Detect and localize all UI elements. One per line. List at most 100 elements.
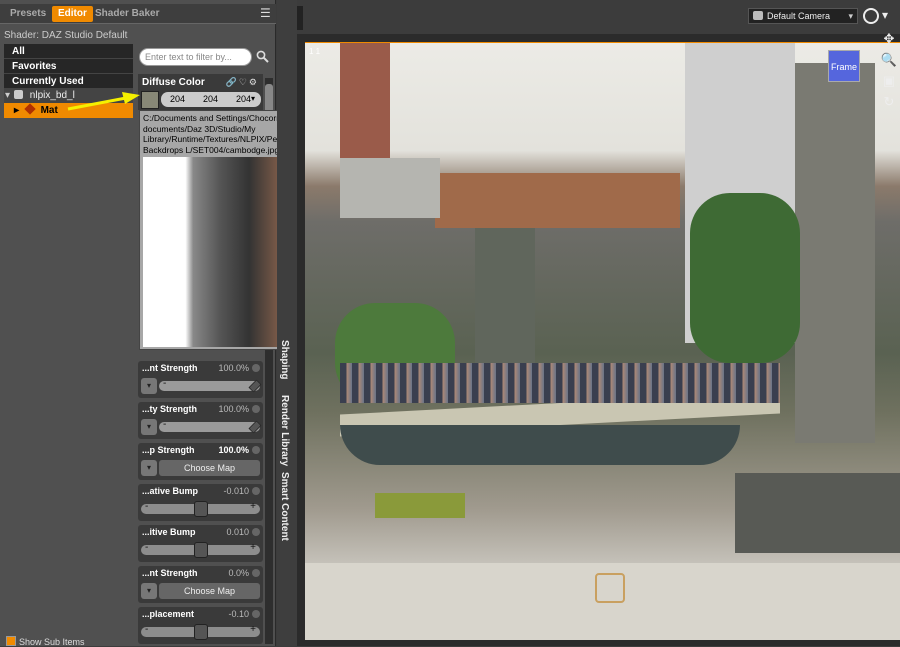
map-menu-button[interactable]: ▾ [141,419,157,435]
property-reset-icon[interactable] [252,610,260,618]
viewport-divider [297,6,303,30]
property-reset-icon[interactable] [252,446,260,454]
show-sub-items-checkbox[interactable] [6,636,16,646]
property-value[interactable]: 100.0% [218,445,249,455]
filter-all[interactable]: All [4,44,133,59]
slider-plus-icon[interactable]: + [250,542,256,553]
slider-knob[interactable] [194,624,208,640]
highway-overpass [340,158,440,218]
slider-knob[interactable] [194,501,208,517]
property-5: ...nt Strength 0.0% ▾ Choose Map [138,566,263,603]
property-slider[interactable]: - + [141,501,260,517]
property-options-icon[interactable]: 🔗♡⚙ [226,77,259,88]
property-slider[interactable]: - [159,419,262,434]
preset-filter-list: All Favorites Currently Used [4,44,133,89]
pane-tabs: Presets Editor Shader Baker ☰ [0,4,276,24]
surface-tree: ▾ nlpix_bd_l ▸ Mat [4,88,133,636]
property-value[interactable]: 100.0% [218,363,249,373]
diffuse-rgb-field[interactable]: 204 204 204 ▾ [161,92,261,107]
tower-right [795,63,875,443]
slider-knob[interactable] [248,420,262,434]
slider-minus-icon[interactable]: - [145,501,148,512]
filter-currently-used[interactable]: Currently Used [4,74,133,89]
expand-arrow-icon[interactable]: ▸ [14,105,19,116]
gizmo-icon[interactable] [595,573,625,603]
slider-minus-icon[interactable]: - [163,378,166,389]
camera-icon [753,11,763,20]
choose-map-button[interactable]: Choose Map [159,583,260,599]
map-menu-button[interactable]: ▾ [141,378,157,394]
property-reset-icon[interactable] [252,528,260,536]
property-3: ...ative Bump -0.010- + [138,484,263,521]
annotation-arrow-icon [67,92,140,111]
slider-knob[interactable] [248,379,262,393]
property-reset-icon[interactable] [252,569,260,577]
property-2: ...p Strength 100.0% ▾ Choose Map [138,443,263,480]
property-value[interactable]: -0.010 [223,486,249,496]
reset-view-icon[interactable]: ↻ [880,93,898,111]
slider-plus-icon[interactable]: + [250,501,256,512]
property-value[interactable]: 100.0% [218,404,249,414]
collapse-arrow-icon[interactable]: ▾ [5,88,10,103]
display-style-icon[interactable] [863,8,879,24]
property-value[interactable]: 0.0% [228,568,249,578]
viewport-corner-marker: 1 1 [309,47,321,56]
slider-minus-icon[interactable]: - [145,624,148,635]
property-6: ...placement -0.10- + [138,607,263,644]
property-0: ...nt Strength 100.0% ▾ - [138,361,263,398]
property-slider[interactable]: - + [141,542,260,558]
property-title: ...nt Strength [142,363,198,373]
boat [375,493,465,518]
camera-dropdown-icon[interactable]: ▾ [848,9,853,23]
viewport-nav-controls: ✥ 🔍 ▣ ↻ [880,30,900,160]
show-sub-items[interactable]: Show Sub Items [6,636,85,647]
rusty-overpass [435,173,680,228]
tab-smart-content[interactable]: Smart Content [279,472,290,541]
slider-minus-icon[interactable]: - [163,419,166,430]
pane-menu-icon[interactable]: ☰ [260,6,274,20]
property-reset-icon[interactable] [252,364,260,372]
frame-all-icon[interactable]: ▣ [880,72,898,90]
diffuse-r: 204 [170,94,186,104]
tab-shaping[interactable]: Shaping [279,340,290,379]
slider-plus-icon[interactable]: + [250,624,256,635]
choose-map-button[interactable]: Choose Map [159,460,260,476]
property-4: ...itive Bump 0.010- + [138,525,263,562]
filter-favorites[interactable]: Favorites [4,59,133,74]
camera-selector[interactable]: Default Camera ▾ [748,8,858,24]
property-reset-icon[interactable] [252,405,260,413]
property-slider[interactable]: - + [141,624,260,640]
diffuse-b: 204 [236,94,252,104]
texture-swatch[interactable] [141,91,159,109]
property-slider[interactable]: - [159,378,262,393]
color-dropdown-icon[interactable]: ▾ [251,94,255,103]
map-menu-button[interactable]: ▾ [141,460,157,476]
zoom-icon[interactable]: 🔍 [880,51,898,69]
viewport-options-icon[interactable]: ▾ [882,8,888,22]
property-title: ...ty Strength [142,404,198,414]
search-icon[interactable] [256,50,269,63]
property-reset-icon[interactable] [252,487,260,495]
scene-render: 1 1 [305,42,900,640]
property-title: ...nt Strength [142,568,198,578]
canal-wall [735,473,900,553]
tab-shader-baker[interactable]: Shader Baker [89,6,165,22]
slider-minus-icon[interactable]: - [145,542,148,553]
frame-button[interactable]: Frame [828,50,860,82]
filter-search-input[interactable]: Enter text to filter by... [139,48,252,66]
move-icon[interactable]: ✥ [880,30,898,48]
tree-node-mat-label: Mat [40,105,58,116]
map-menu-button[interactable]: ▾ [141,583,157,599]
property-title: ...ative Bump [142,486,199,496]
tab-render-library[interactable]: Render Library [279,395,290,466]
slider-knob[interactable] [194,542,208,558]
side-tabs: Shaping Render Library Smart Content [277,0,297,646]
property-value[interactable]: 0.010 [226,527,249,537]
material-icon [24,103,36,115]
surfaces-pane: Presets Editor Shader Baker ☰ Shader: DA… [0,0,338,647]
property-value[interactable]: -0.10 [228,609,249,619]
crowd-on-bridge [340,363,780,403]
tab-editor[interactable]: Editor [52,6,93,22]
tab-presets[interactable]: Presets [4,6,52,22]
shader-label: Shader: DAZ Studio Default [4,30,128,41]
